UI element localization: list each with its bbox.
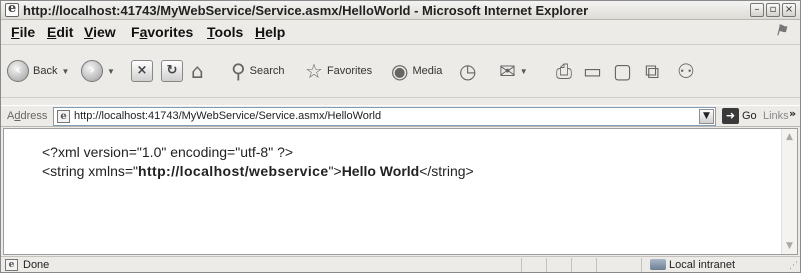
xml-declaration: <?xml version="1.0" encoding="utf-8" ?> bbox=[42, 144, 294, 160]
xml-document: <?xml version="1.0" encoding="utf-8" ?> … bbox=[42, 144, 474, 180]
links-chevron-icon[interactable]: » bbox=[789, 107, 796, 120]
security-zone: Local intranet bbox=[669, 259, 736, 271]
menu-tools[interactable]: Tools bbox=[207, 24, 243, 40]
status-text: Done bbox=[23, 259, 50, 271]
menu-bar: File Edit View Favorites Tools Help ⚑ bbox=[1, 21, 800, 45]
favorites-button[interactable]: ☆ Favorites bbox=[305, 60, 372, 82]
status-bar: e Done Local intranet ⋰ bbox=[1, 256, 800, 273]
page-icon: e bbox=[57, 110, 70, 123]
media-button[interactable]: ◉ Media bbox=[391, 60, 442, 82]
close-button[interactable]: × bbox=[782, 3, 796, 17]
standard-toolbar: ‹ Back ▼ › ▼ × ↻ ⌂ ⚲ Search ☆ Favorites … bbox=[1, 46, 800, 98]
mail-button[interactable]: ✉ ▼ bbox=[499, 60, 528, 82]
messenger-button[interactable]: ⚇ bbox=[677, 60, 695, 82]
links-button[interactable]: Links bbox=[763, 110, 789, 122]
favorites-label: Favorites bbox=[326, 65, 373, 77]
page-status-icon: e bbox=[5, 259, 18, 271]
go-button[interactable]: ➜ Go bbox=[722, 108, 757, 124]
vertical-scrollbar[interactable]: ▲ ▼ bbox=[781, 129, 797, 254]
minimize-button[interactable]: – bbox=[750, 3, 764, 17]
forward-button[interactable]: › ▼ bbox=[81, 60, 115, 82]
menu-favorites[interactable]: Favorites bbox=[131, 24, 193, 40]
menu-file[interactable]: File bbox=[11, 24, 35, 40]
back-button[interactable]: ‹ Back ▼ bbox=[7, 60, 69, 82]
forward-arrow-icon: › bbox=[81, 60, 103, 82]
address-bar: Address e http://localhost:41743/MyWebSe… bbox=[1, 105, 800, 127]
discuss-button[interactable]: ▢ bbox=[613, 60, 632, 82]
back-arrow-icon: ‹ bbox=[7, 60, 29, 82]
browser-window: http://localhost:41743/MyWebService/Serv… bbox=[0, 0, 801, 273]
edit-icon: ▭ bbox=[583, 59, 602, 83]
string-close-tag: </string> bbox=[419, 163, 474, 179]
media-icon: ◉ bbox=[391, 59, 409, 83]
go-label: Go bbox=[742, 110, 757, 122]
address-label: Address bbox=[7, 110, 48, 122]
ie-page-icon[interactable] bbox=[5, 1, 19, 17]
resize-grip-icon[interactable]: ⋰ bbox=[789, 261, 798, 271]
string-value: Hello World bbox=[341, 163, 420, 179]
menu-help[interactable]: Help bbox=[255, 24, 285, 40]
scroll-down-icon[interactable]: ▼ bbox=[784, 241, 795, 251]
refresh-icon: ↻ bbox=[161, 60, 183, 82]
history-button[interactable]: ◷ bbox=[459, 60, 476, 82]
intranet-zone-icon bbox=[650, 259, 666, 270]
restore-button[interactable]: ▫ bbox=[766, 3, 780, 17]
home-button[interactable]: ⌂ bbox=[191, 60, 204, 82]
status-divider bbox=[596, 258, 597, 272]
string-open-tag-end: "> bbox=[328, 163, 342, 179]
magnifier-icon: ⚲ bbox=[231, 59, 246, 83]
back-label: Back bbox=[33, 65, 58, 77]
window-controls: – ▫ × bbox=[750, 3, 796, 17]
chevron-down-icon[interactable]: ▼ bbox=[520, 67, 528, 76]
status-divider bbox=[571, 258, 572, 272]
home-icon: ⌂ bbox=[191, 59, 204, 83]
discuss-icon: ▢ bbox=[613, 59, 632, 83]
history-icon: ◷ bbox=[459, 59, 477, 83]
title-bar: http://localhost:41743/MyWebService/Serv… bbox=[1, 1, 800, 20]
string-open-tag: <string xmlns=" bbox=[42, 163, 139, 179]
research-icon: ⧉ bbox=[645, 59, 660, 83]
xml-namespace: http://localhost/webservice bbox=[138, 163, 329, 179]
printer-icon: ⎙ bbox=[556, 59, 572, 83]
menu-view[interactable]: View bbox=[84, 24, 116, 40]
search-label: Search bbox=[249, 65, 285, 77]
chevron-down-icon[interactable]: ▼ bbox=[699, 109, 714, 124]
status-divider bbox=[521, 258, 522, 272]
menu-edit[interactable]: Edit bbox=[47, 24, 73, 40]
chevron-down-icon[interactable]: ▼ bbox=[61, 67, 69, 76]
media-label: Media bbox=[412, 65, 443, 77]
mail-icon: ✉ bbox=[499, 59, 516, 83]
address-url[interactable]: http://localhost:41743/MyWebService/Serv… bbox=[74, 110, 381, 122]
go-arrow-icon: ➜ bbox=[722, 108, 739, 124]
star-icon: ☆ bbox=[305, 59, 323, 83]
refresh-button[interactable]: ↻ bbox=[161, 60, 183, 82]
messenger-icon: ⚇ bbox=[677, 59, 695, 83]
status-divider bbox=[641, 258, 642, 272]
xml-string-element: <string xmlns="http://localhost/webservi… bbox=[42, 163, 474, 180]
status-divider bbox=[546, 258, 547, 272]
address-input[interactable]: e http://localhost:41743/MyWebService/Se… bbox=[53, 107, 716, 126]
window-title: http://localhost:41743/MyWebService/Serv… bbox=[23, 3, 589, 18]
print-button[interactable]: ⎙ bbox=[556, 60, 572, 82]
search-button[interactable]: ⚲ Search bbox=[231, 60, 285, 82]
chevron-down-icon[interactable]: ▼ bbox=[107, 67, 115, 76]
scroll-up-icon[interactable]: ▲ bbox=[784, 132, 795, 142]
page-content: <?xml version="1.0" encoding="utf-8" ?> … bbox=[3, 128, 798, 255]
windows-logo-icon: ⚑ bbox=[774, 23, 788, 39]
stop-button[interactable]: × bbox=[131, 60, 153, 82]
edit-button[interactable]: ▭ bbox=[583, 60, 602, 82]
stop-icon: × bbox=[131, 60, 153, 82]
research-button[interactable]: ⧉ bbox=[645, 60, 659, 82]
